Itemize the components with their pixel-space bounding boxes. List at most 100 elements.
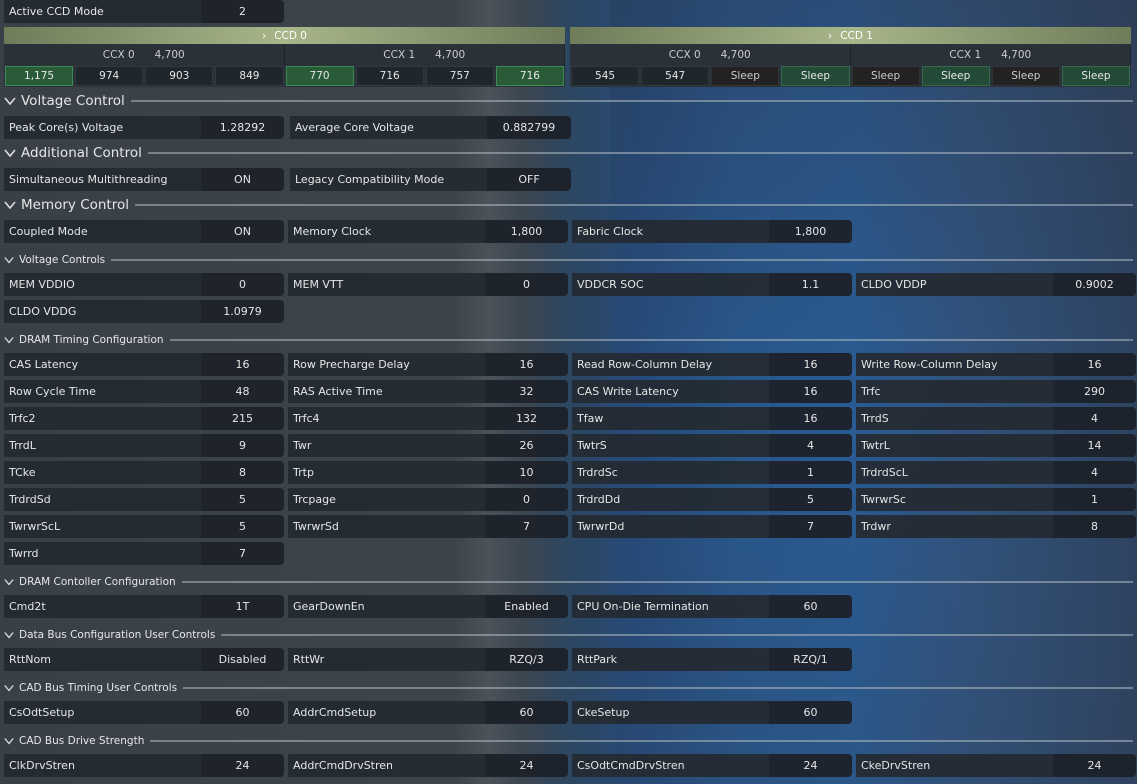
field-value: 1.0979	[201, 300, 284, 323]
field-value: 4	[1053, 461, 1136, 484]
field-label: Row Cycle Time	[4, 380, 201, 403]
data-bus-section[interactable]: Data Bus Configuration User Controls	[4, 626, 1133, 644]
field-value: 132	[485, 407, 568, 430]
field-label: Trtp	[288, 461, 485, 484]
field-label: RAS Active Time	[288, 380, 485, 403]
vddcr-soc-field: VDDCR SOC 1.1	[572, 273, 852, 296]
field-value: ON	[201, 220, 284, 243]
field-label: VDDCR SOC	[572, 273, 769, 296]
cad-timing-section[interactable]: CAD Bus Timing User Controls	[4, 679, 1133, 697]
chevron-down-icon	[4, 738, 14, 745]
timing-field: Trdwr 8	[856, 515, 1136, 538]
field-label: Trcpage	[288, 488, 485, 511]
field-value: 26	[485, 434, 568, 457]
field-label: TCke	[4, 461, 201, 484]
ccx-0-header: CCX 0 4,700	[570, 44, 851, 65]
additional-control-section[interactable]: Additional Control	[4, 144, 1133, 162]
field-label: RttNom	[4, 648, 201, 671]
section-divider	[150, 740, 1133, 742]
section-divider	[221, 634, 1133, 636]
field-label: Trdwr	[856, 515, 1053, 538]
field-value: 24	[485, 754, 568, 777]
field-value: 1,800	[769, 220, 852, 243]
timing-field: Row Cycle Time 48	[4, 380, 284, 403]
field-value: 60	[485, 701, 568, 724]
timing-field: TrrdS 4	[856, 407, 1136, 430]
field-label: AddrCmdSetup	[288, 701, 485, 724]
field-label: Coupled Mode	[4, 220, 201, 243]
field-label: Tfaw	[572, 407, 769, 430]
ccd-0-name: CCD 0	[274, 29, 307, 42]
peak-core-voltage-field: Peak Core(s) Voltage 1.28292	[4, 116, 284, 139]
timing-field: CAS Latency 16	[4, 353, 284, 376]
voltage-control-section[interactable]: Voltage Control	[4, 92, 1133, 110]
section-title: Voltage Controls	[19, 254, 106, 266]
field-value: 24	[1053, 754, 1136, 777]
field-value: 8	[1053, 515, 1136, 538]
field-value: RZQ/3	[485, 648, 568, 671]
field-value: 1T	[201, 595, 284, 618]
active-ccd-mode-field: Active CCD Mode 2	[4, 0, 284, 23]
timing-field: Trcpage 0	[288, 488, 568, 511]
cldo-vddp-field: CLDO VDDP 0.9002	[856, 273, 1136, 296]
cldo-vddg-field: CLDO VDDG 1.0979	[4, 300, 284, 323]
field-value: 1,800	[485, 220, 568, 243]
timing-field: TwrwrSd 7	[288, 515, 568, 538]
field-value: 4	[1053, 407, 1136, 430]
field-label: ClkDrvStren	[4, 754, 201, 777]
field-value: 16	[201, 353, 284, 376]
core-cell: 1,175	[5, 66, 74, 86]
field-label: Trfc2	[4, 407, 201, 430]
timing-field: TwtrL 14	[856, 434, 1136, 457]
chevron-down-icon	[4, 632, 14, 639]
field-value: 60	[769, 701, 852, 724]
field-value: 32	[485, 380, 568, 403]
ccx-name: CCX 0	[668, 48, 701, 61]
timing-field: TrrdL 9	[4, 434, 284, 457]
ccx-name: CCX 1	[383, 48, 416, 61]
average-core-voltage-field: Average Core Voltage 0.882799	[290, 116, 571, 139]
ccx-1-header: CCX 1 4,700	[285, 44, 565, 65]
csodtsetup-field: CsOdtSetup 60	[4, 701, 284, 724]
field-label: Fabric Clock	[572, 220, 769, 243]
timing-field: TwtrS 4	[572, 434, 852, 457]
ccd-1-header[interactable]: › CCD 1	[570, 27, 1131, 44]
core-cell: 974	[75, 66, 144, 86]
core-cell: Sleep	[1061, 66, 1130, 86]
section-title: DRAM Contoller Configuration	[19, 576, 176, 588]
field-value: 290	[1053, 380, 1136, 403]
core-cell: Sleep	[781, 66, 850, 86]
dram-timing-section[interactable]: DRAM Timing Configuration	[4, 331, 1133, 349]
field-value: 24	[769, 754, 852, 777]
cad-drive-section[interactable]: CAD Bus Drive Strength	[4, 732, 1133, 750]
memory-control-section[interactable]: Memory Control	[4, 196, 1133, 214]
dram-controller-section[interactable]: DRAM Contoller Configuration	[4, 573, 1133, 591]
timing-field: Trfc 290	[856, 380, 1136, 403]
field-label: Twrrd	[4, 542, 201, 565]
field-value: 1.1	[769, 273, 852, 296]
voltage-controls-section[interactable]: Voltage Controls	[4, 251, 1133, 269]
field-value: 16	[1053, 353, 1136, 376]
section-divider	[181, 581, 1133, 583]
chevron-right-icon: ›	[828, 29, 833, 42]
chevron-down-icon	[4, 149, 16, 158]
core-cell: Sleep	[991, 66, 1060, 86]
field-label: Simultaneous Multithreading	[4, 168, 201, 191]
field-value: 7	[201, 542, 284, 565]
core-cell: 757	[425, 66, 494, 86]
field-value: 1	[769, 461, 852, 484]
field-label: TwrwrDd	[572, 515, 769, 538]
field-label: Average Core Voltage	[290, 116, 487, 139]
field-value: RZQ/1	[769, 648, 852, 671]
timing-field: TwrwrSc 1	[856, 488, 1136, 511]
field-label: RttWr	[288, 648, 485, 671]
section-title: Voltage Control	[21, 93, 125, 109]
field-label: Cmd2t	[4, 595, 201, 618]
field-value: 16	[769, 407, 852, 430]
field-label: CAS Write Latency	[572, 380, 769, 403]
field-label: Trfc4	[288, 407, 485, 430]
ccd-0-header[interactable]: › CCD 0	[4, 27, 565, 44]
field-label: TrdrdDd	[572, 488, 769, 511]
section-divider	[183, 687, 1133, 689]
field-value: 1.28292	[201, 116, 284, 139]
